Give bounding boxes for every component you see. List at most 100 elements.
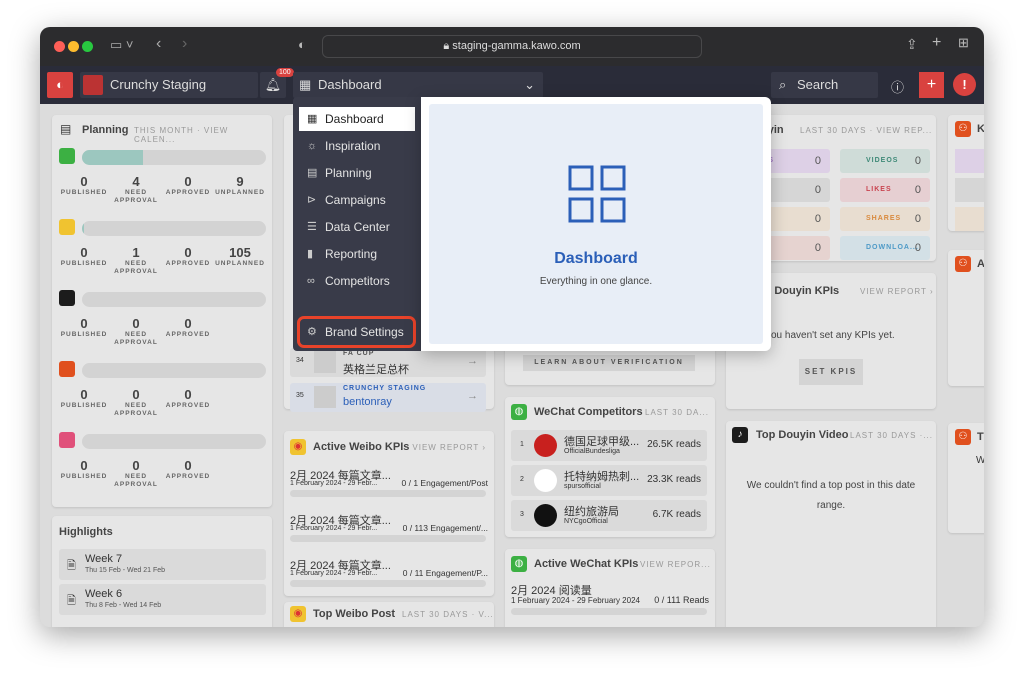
kawo-logo[interactable]: ◐ — [47, 72, 73, 98]
competitor-reads: 23.3K reads — [647, 474, 701, 485]
planning-stat[interactable]: 0 PUBLISHED — [58, 174, 110, 197]
douyin-metric[interactable]: DOWNLOA... 0 — [840, 236, 930, 260]
menu-item-reporting[interactable]: ▮ Reporting — [299, 242, 415, 266]
dashboard-grid-icon — [568, 165, 626, 223]
highlight-range: Thu 15 Feb - Wed 21 Feb — [85, 567, 166, 574]
card-subtitle[interactable]: LAST 30 DA... — [645, 408, 709, 417]
search-button[interactable]: ⌕ Search — [771, 72, 878, 98]
planning-stat[interactable]: 0 APPROVED — [162, 316, 214, 339]
highlight-item[interactable]: 🗎︎ Week 6 Thu 8 Feb - Wed 14 Feb — [59, 584, 266, 615]
view-report-link[interactable]: VIEW REPOR... — [640, 560, 711, 569]
close-window-button[interactable] — [54, 41, 65, 52]
stat-value: 0 — [184, 316, 192, 331]
view-calendar-link[interactable]: THIS MONTH · VIEW CALEN... — [134, 126, 272, 144]
competitor-row[interactable]: 35 CRUNCHY STAGING bentonray → — [290, 383, 486, 412]
top-weibo-card: ◉ Top Weibo Post LAST 30 DAYS · V... — [284, 602, 494, 627]
forward-icon[interactable]: › — [182, 35, 187, 53]
empty-message: W — [976, 455, 984, 466]
view-report-link[interactable]: VIEW REPORT › — [860, 287, 934, 296]
competitor-name: 纽约旅游局 — [564, 506, 619, 518]
stat-label: APPROVED — [165, 189, 211, 196]
kuaishou-stats-card: ⚇ K — [948, 115, 984, 231]
menu-item-data-center[interactable]: ☰ Data Center — [299, 215, 415, 239]
menu-item-brand-settings[interactable]: ⚙ Brand Settings — [299, 320, 415, 344]
planning-stat[interactable]: 0 PUBLISHED — [58, 387, 110, 410]
competitor-reads: 26.5K reads — [647, 439, 701, 450]
highlight-range: Thu 8 Feb - Wed 14 Feb — [85, 602, 162, 609]
planning-stat[interactable]: 0 NEED APPROVAL — [110, 316, 162, 347]
competitor-row[interactable]: 34 FA CUP 英格兰足总杯 → — [290, 348, 486, 377]
document-icon: 🗎︎ — [67, 595, 76, 607]
create-button[interactable]: + — [919, 72, 944, 98]
metric-value: 0 — [814, 155, 822, 167]
tab-overview-icon[interactable]: ⊞ — [958, 35, 969, 51]
preview-box: Dashboard Everything in one glance. — [429, 104, 763, 344]
brand-name: Crunchy Staging — [110, 77, 207, 92]
view-report-link[interactable]: LAST 30 DAYS · VIEW REP... — [800, 126, 932, 135]
kpi-value: 0 / 111 Reads — [654, 595, 709, 605]
competitor-label: FA CUP — [343, 350, 375, 357]
alert-button[interactable]: ! — [953, 73, 976, 96]
set-kpis-button[interactable]: SET KPIS — [799, 359, 863, 385]
planning-stat[interactable]: 0 PUBLISHED — [58, 458, 110, 481]
section-dropdown[interactable]: ▦ Dashboard ⌄ — [293, 72, 543, 98]
browser-toolbar: ▭ ˅ ‹ › ◐ 🔒︎ staging-gamma.kawo.com ⇪ + … — [40, 27, 984, 66]
planning-stat[interactable]: 0 APPROVED — [162, 245, 214, 268]
sidebar-toggle-icon[interactable]: ▭ ˅ — [110, 37, 134, 53]
wechat-kpis-card: ◍ Active WeChat KPIs VIEW REPOR... 2月 20… — [505, 549, 715, 627]
planning-card: ▤ Planning THIS MONTH · VIEW CALEN... 0P… — [52, 115, 272, 507]
menu-item-dashboard[interactable]: ▦ Dashboard — [299, 107, 415, 131]
weibo-icon: ◉ — [290, 439, 306, 455]
stat-value: 0 — [80, 458, 88, 473]
highlight-item[interactable]: 🗎︎ Week 7 Thu 15 Feb - Wed 21 Feb — [59, 549, 266, 580]
menu-item-campaigns[interactable]: ⊳ Campaigns — [299, 188, 415, 212]
shield-icon[interactable]: ◐ — [298, 37, 306, 52]
url-text: staging-gamma.kawo.com — [452, 40, 581, 52]
card-subtitle[interactable]: LAST 30 DAYS · V... — [402, 610, 494, 619]
stat-label: APPROVED — [165, 260, 211, 267]
chevron-down-icon: ⌄ — [524, 77, 535, 92]
address-bar[interactable]: 🔒︎ staging-gamma.kawo.com — [322, 35, 702, 58]
planning-stat[interactable]: 0 PUBLISHED — [58, 245, 110, 268]
kpi-range: 1 February 2024 - 29 Febr... — [290, 525, 378, 532]
help-icon[interactable]: ⓘ — [891, 77, 904, 96]
planning-stat[interactable]: 4 NEED APPROVAL — [110, 174, 162, 205]
kuaishou-kpis-card: ⚇ A — [948, 250, 984, 386]
campaign-icon: ⊳ — [307, 194, 317, 206]
planning-stat[interactable]: 0 APPROVED — [162, 387, 214, 410]
competitor-handle: OfficialBundesliga — [564, 448, 620, 455]
planning-stat[interactable]: 0 NEED APPROVAL — [110, 387, 162, 418]
wechat-competitors-card: ◍ WeChat Competitors LAST 30 DA... 1 德国足… — [505, 397, 715, 537]
douyin-metric[interactable]: SHARES 0 — [840, 207, 930, 231]
menu-item-planning[interactable]: ▤ Planning — [299, 161, 415, 185]
minimize-window-button[interactable] — [68, 41, 79, 52]
planning-stat[interactable]: 0 APPROVED — [162, 174, 214, 197]
share-icon[interactable]: ⇪ — [906, 36, 918, 53]
view-report-link[interactable]: VIEW REPORT › — [412, 443, 486, 452]
planning-stat[interactable]: 9 UNPLANNED — [214, 174, 266, 197]
menu-item-label: Reporting — [325, 247, 378, 261]
competitor-handle: NYCgoOfficial — [564, 518, 608, 525]
planning-stat[interactable]: 1 NEED APPROVAL — [110, 245, 162, 276]
stat-label: PUBLISHED — [60, 331, 108, 338]
planning-stat[interactable]: 0 PUBLISHED — [58, 316, 110, 339]
brand-switcher[interactable]: Crunchy Staging — [80, 72, 258, 98]
planning-stat[interactable]: 105 UNPLANNED — [214, 245, 266, 268]
card-subtitle[interactable]: LAST 30 DAYS ·... — [850, 431, 933, 440]
back-icon[interactable]: ‹ — [156, 35, 161, 53]
douyin-metric[interactable]: LIKES 0 — [840, 178, 930, 202]
wechat-icon: ◍ — [511, 404, 527, 420]
zoom-window-button[interactable] — [82, 41, 93, 52]
menu-item-competitors[interactable]: ∞ Competitors — [299, 269, 415, 293]
learn-verification-button[interactable]: LEARN ABOUT VERIFICATION — [523, 355, 695, 371]
competitor-row[interactable]: 1 德国足球甲级... OfficialBundesliga 26.5K rea… — [511, 430, 707, 461]
competitor-handle: spursofficial — [564, 483, 601, 490]
menu-item-label: Data Center — [325, 220, 390, 234]
new-tab-icon[interactable]: + — [932, 34, 941, 52]
planning-stat[interactable]: 0 NEED APPROVAL — [110, 458, 162, 489]
planning-stat[interactable]: 0 APPROVED — [162, 458, 214, 481]
douyin-metric[interactable]: VIDEOS 0 — [840, 149, 930, 173]
competitor-row[interactable]: 2 托特纳姆热刺... spursofficial 23.3K reads — [511, 465, 707, 496]
menu-item-inspiration[interactable]: ☼ Inspiration — [299, 134, 415, 158]
competitor-row[interactable]: 3 纽约旅游局 NYCgoOfficial 6.7K reads — [511, 500, 707, 531]
